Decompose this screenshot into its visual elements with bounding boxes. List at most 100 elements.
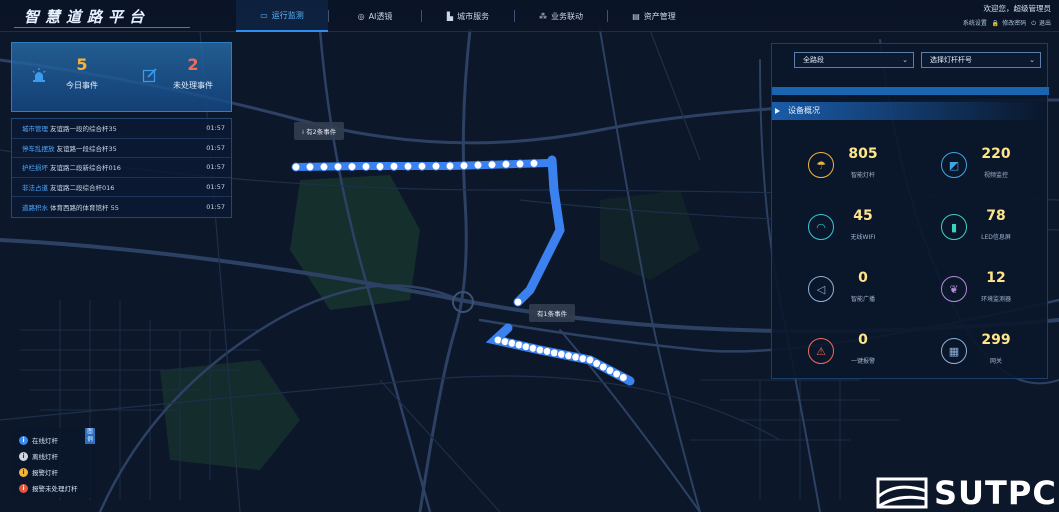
light-pole-marker[interactable] [542, 346, 552, 356]
logout-icon: ⏻ [1031, 20, 1036, 27]
light-pole-marker[interactable] [618, 373, 628, 382]
list-item[interactable]: 护栏损坏 友谊路二段新综合杆016 01:57 [12, 158, 231, 178]
light-pole-marker[interactable] [347, 162, 357, 172]
device-label: 无线WIFI [850, 234, 876, 241]
legend-item-offline: i 离线灯杆 [11, 448, 95, 464]
light-pole-marker[interactable] [333, 162, 343, 172]
pole-select-value: 选择灯杆杆号 [930, 56, 972, 64]
nav-item-city-service[interactable]: ▙ 城市服务 [422, 0, 514, 32]
nav-item-monitor[interactable]: ▭ 运行监测 [236, 0, 328, 32]
light-pole-marker[interactable] [556, 349, 566, 359]
device-label: 视频监控 [983, 172, 1008, 179]
speaker-icon: ◁ [808, 276, 834, 302]
light-pole-marker[interactable] [549, 348, 559, 358]
sutpc-mark-icon [876, 477, 928, 509]
app-title: 智慧道路平台 [24, 8, 151, 26]
nav-label: 业务联动 [551, 11, 583, 21]
legend-item-alarm: i 报警灯杆 [11, 464, 95, 480]
light-pole-marker[interactable] [515, 159, 525, 169]
device-label: 智能灯杆 [850, 172, 875, 179]
light-pole-marker[interactable] [389, 161, 399, 171]
list-item[interactable]: 城市管理 友谊路一段的综合杆35 01:57 [12, 119, 231, 139]
device-label: 网关 [989, 358, 1002, 365]
event-location: 友谊路二段新综合杆016 [50, 164, 121, 173]
road-select[interactable]: 全路段 ⌄ [794, 52, 914, 68]
nav-item-asset-management[interactable]: ▤ 资产管理 [608, 0, 700, 32]
nav-item-business-link[interactable]: ⁂ 业务联动 [515, 0, 607, 32]
lock-icon: 🔒 [991, 20, 1000, 27]
light-pole-marker[interactable] [501, 159, 511, 169]
legend-label: 报警灯杆 [32, 469, 58, 477]
today-events-count: 5 [76, 55, 88, 74]
light-pole-marker[interactable] [473, 160, 483, 170]
device-stat-gateway[interactable]: ▦ 299 网关 [941, 332, 1059, 374]
device-stat-led-screen[interactable]: ▮ 78 LED信息屏 [941, 208, 1059, 250]
legend-title[interactable]: 图例 [85, 428, 95, 444]
device-stat-camera[interactable]: ◩ 220 视频监控 [941, 146, 1059, 188]
light-pole-marker[interactable] [417, 161, 427, 171]
event-stats-panel: 5 今日事件 2 未处理事件 [11, 42, 232, 112]
nav-item-ai-lens[interactable]: ◎ AI透镜 [329, 0, 421, 32]
legend-label: 在线灯杆 [32, 437, 58, 445]
event-time: 01:57 [206, 163, 225, 172]
system-settings-link[interactable]: 系统设置 [963, 20, 987, 27]
unhandled-alarm-pole-icon: i [19, 483, 28, 493]
pole-select[interactable]: 选择灯杆杆号 ⌄ [921, 52, 1041, 68]
legend-item-alarm-unhandled: i 报警未处理灯杆 [11, 480, 95, 496]
alarm-icon: ⚠ [808, 338, 834, 364]
screen-icon: ▮ [941, 214, 967, 240]
light-pole-marker[interactable] [564, 351, 574, 361]
device-stat-broadcast[interactable]: ◁ 0 智能广播 [808, 270, 928, 312]
light-pole-marker[interactable] [291, 162, 301, 172]
device-stat-alarm[interactable]: ⚠ 0 一键报警 [808, 332, 928, 374]
chevron-down-icon: ⌄ [1029, 56, 1035, 64]
unhandled-events-stat[interactable]: 2 未处理事件 [143, 55, 243, 91]
nav-label: 城市服务 [457, 11, 490, 21]
logout-link[interactable]: 退出 [1039, 20, 1051, 27]
road-select-value: 全路段 [803, 56, 824, 64]
event-type: 护栏损坏 [22, 164, 48, 173]
change-password-link[interactable]: 修改密码 [1002, 20, 1026, 27]
event-location: 体育西路的体育馆杆 55 [50, 204, 119, 213]
light-pole-marker[interactable] [535, 345, 545, 355]
user-links: 系统设置 🔒 修改密码 ⏻ 退出 [960, 18, 1051, 28]
event-type: 非法占道 [22, 184, 48, 193]
device-stat-streetlight[interactable]: ☂ 805 智能灯杆 [808, 146, 928, 188]
light-pole-marker[interactable] [361, 162, 371, 171]
list-item[interactable]: 非法占道 友谊路二段综合杆016 01:57 [12, 178, 231, 198]
device-label: 一键报警 [850, 358, 875, 365]
list-item[interactable]: 道路积水 体育西路的体育馆杆 55 01:57 [12, 197, 231, 217]
light-pole-marker[interactable] [403, 161, 413, 171]
online-pole-icon: i [19, 435, 28, 445]
today-events-stat[interactable]: 5 今日事件 [32, 55, 132, 91]
light-pole-marker[interactable] [578, 354, 588, 364]
light-pole-marker[interactable] [513, 297, 523, 307]
light-pole-marker[interactable] [459, 161, 469, 171]
wifi-icon: ◠ [808, 214, 834, 240]
user-box: 欢迎您，超级管理员 系统设置 🔒 修改密码 ⏻ 退出 [960, 3, 1051, 28]
event-type: 道路积水 [22, 204, 48, 213]
legend-label: 离线灯杆 [32, 453, 58, 461]
light-pole-marker[interactable] [319, 162, 329, 172]
light-pole-marker[interactable] [431, 161, 441, 171]
light-pole-marker[interactable] [529, 158, 539, 168]
map-popup-events[interactable]: 有1条事件 [529, 304, 576, 322]
building-icon: ▙ [446, 11, 454, 21]
light-pole-marker[interactable] [305, 162, 315, 172]
map-popup-events[interactable]: ⁞ 有2条事件 [294, 122, 345, 140]
device-stat-environment[interactable]: ❦ 12 环境监测器 [941, 270, 1059, 312]
chevron-down-icon: ⌄ [902, 56, 908, 64]
light-pole-marker[interactable] [445, 161, 455, 171]
monitor-icon: ▭ [260, 10, 268, 20]
nav-label: AI透镜 [368, 11, 393, 21]
legend-item-online: i 在线灯杆 [11, 432, 95, 448]
light-pole-marker[interactable] [487, 160, 497, 170]
today-events-label: 今日事件 [66, 81, 98, 90]
light-pole-marker[interactable] [571, 352, 581, 362]
streetlight-icon: ☂ [808, 152, 834, 178]
device-stat-wifi[interactable]: ◠ 45 无线WIFI [808, 208, 928, 250]
event-location: 友谊路一段综合杆35 [56, 144, 117, 153]
list-item[interactable]: 停车乱摆放 友谊路一段综合杆35 01:57 [12, 139, 231, 159]
light-pole-marker[interactable] [375, 162, 385, 171]
camera-icon: ◩ [941, 152, 967, 178]
